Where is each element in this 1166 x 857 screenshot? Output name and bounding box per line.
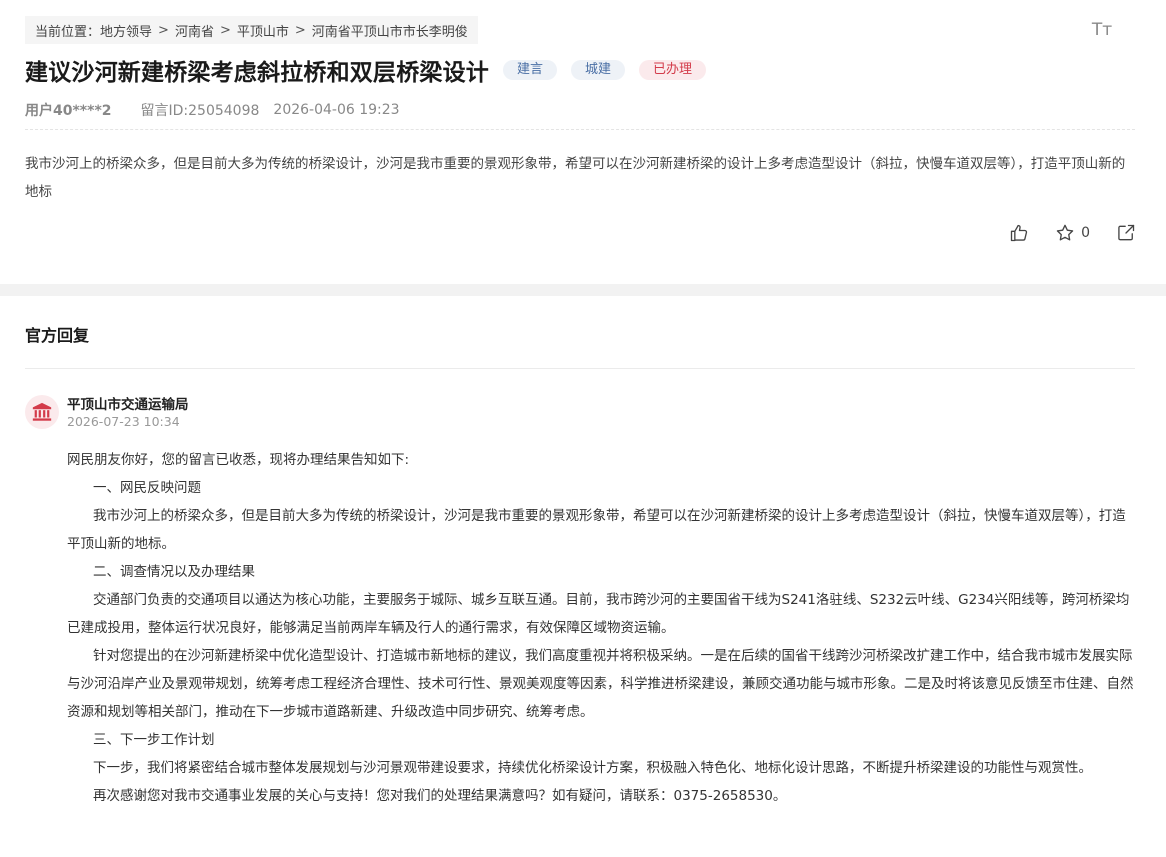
star-icon xyxy=(1056,224,1074,241)
reply-heading: 三、下一步工作计划 xyxy=(93,732,215,748)
reply-paragraph: 交通部门负责的交通项目以通达为核心功能，主要服务于城际、城乡互联互通。目前，我市… xyxy=(67,592,1130,636)
tag-suggestion: 建言 xyxy=(503,60,558,80)
reply-time: 2026-07-23 10:34 xyxy=(67,414,180,429)
divider xyxy=(25,129,1135,130)
breadcrumb-separator: > xyxy=(294,22,306,38)
reply-closing: 再次感谢您对我市交通事业发展的关心与支持！您对我们的处理结果满意吗？如有疑问，请… xyxy=(93,788,787,804)
breadcrumb-item-city[interactable]: 平顶山市 xyxy=(237,21,289,40)
message-title: 建议沙河新建桥梁考虑斜拉桥和双层桥梁设计 xyxy=(25,60,489,86)
reply-paragraph: 我市沙河上的桥梁众多，但是目前大多为传统的桥梁设计，沙河是我市重要的景观形象带，… xyxy=(67,508,1126,552)
reply-paragraph: 针对您提出的在沙河新建桥梁中优化造型设计、打造城市新地标的建议，我们高度重视并将… xyxy=(67,648,1134,720)
message-actions: 0 xyxy=(983,220,1136,246)
thumbs-up-icon xyxy=(1010,224,1028,242)
breadcrumb-item-province[interactable]: 河南省 xyxy=(175,21,214,40)
favorite-count: 0 xyxy=(1081,225,1090,241)
reply-body: 网民朋友你好，您的留言已收悉，现将办理结果告知如下: 一、网民反映问题 我市沙河… xyxy=(67,446,1137,810)
share-button[interactable] xyxy=(1116,223,1136,243)
message-meta: 用户40****2 留言ID:25054098 2026-04-06 19:23 xyxy=(25,100,400,120)
status-badge: 已办理 xyxy=(639,60,707,80)
breadcrumb-prefix: 当前位置： xyxy=(35,24,101,40)
breadcrumb-item-local-leaders[interactable]: 地方领导 xyxy=(100,21,152,40)
breadcrumb-separator: > xyxy=(158,22,169,38)
reply-paragraph: 下一步，我们将紧密结合城市整体发展规划与沙河景观带建设要求，持续优化桥梁设计方案… xyxy=(93,760,1092,776)
tag-urban-construction: 城建 xyxy=(571,60,626,80)
breadcrumb: 当前位置： 地方领导 > 河南省 > 平顶山市 > 河南省平顶山市市长李明俊 xyxy=(25,16,478,44)
reply-heading: 二、调查情况以及办理结果 xyxy=(93,564,255,580)
message-panel: 当前位置： 地方领导 > 河南省 > 平顶山市 > 河南省平顶山市市长李明俊 T… xyxy=(0,0,1166,284)
government-building-icon xyxy=(32,402,52,421)
breadcrumb-separator: > xyxy=(219,22,231,38)
reply-heading: 一、网民反映问题 xyxy=(93,480,201,496)
share-icon xyxy=(1118,224,1135,241)
message-id: 留言ID:25054098 xyxy=(140,103,260,119)
font-size-icon[interactable]: Tт xyxy=(1090,18,1114,42)
breadcrumb-item-mayor[interactable]: 河南省平顶山市市长李明俊 xyxy=(312,21,468,40)
divider xyxy=(25,368,1135,369)
reply-greeting: 网民朋友你好，您的留言已收悉，现将办理结果告知如下: xyxy=(67,452,410,468)
favorite-button[interactable]: 0 xyxy=(1055,223,1090,243)
reply-org-name: 平顶山市交通运输局 xyxy=(67,397,189,413)
like-button[interactable] xyxy=(1009,223,1029,243)
avatar xyxy=(25,395,59,429)
message-user: 用户40****2 xyxy=(25,103,112,119)
title-row: 建议沙河新建桥梁考虑斜拉桥和双层桥梁设计 建言 城建 已办理 xyxy=(25,53,707,87)
reply-section-title: 官方回复 xyxy=(25,326,90,345)
message-content: 我市沙河上的桥梁众多，但是目前大多为传统的桥梁设计，沙河是我市重要的景观形象带，… xyxy=(25,156,1126,200)
message-datetime: 2026-04-06 19:23 xyxy=(273,102,400,118)
